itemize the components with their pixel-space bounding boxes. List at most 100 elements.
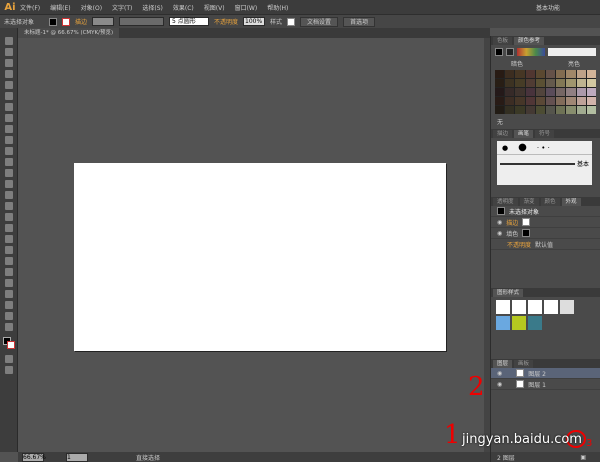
color-guide-swatch[interactable]: [545, 79, 556, 87]
color-guide-swatch[interactable]: [545, 70, 556, 78]
color-guide-swatch[interactable]: [545, 106, 556, 114]
color-guide-swatch[interactable]: [515, 97, 525, 105]
screen-mode-icon[interactable]: [5, 366, 13, 374]
color-guide-swatch[interactable]: [576, 97, 586, 105]
color-guide-swatch[interactable]: [576, 79, 586, 87]
fill-swatch[interactable]: [49, 17, 57, 26]
color-guide-swatch[interactable]: [576, 106, 586, 114]
color-guide-swatch[interactable]: [495, 97, 505, 105]
harmony-strip[interactable]: [517, 48, 545, 56]
color-guide-swatch[interactable]: [566, 106, 576, 114]
blend-tool-icon[interactable]: [5, 257, 13, 265]
hand-tool-icon[interactable]: [5, 312, 13, 320]
menu-type[interactable]: 文字(T): [112, 3, 132, 12]
eye-icon[interactable]: ◉: [497, 381, 502, 388]
eye-icon[interactable]: ◉: [497, 370, 502, 377]
tab-gradient[interactable]: 渐变: [519, 198, 539, 206]
color-guide-swatch[interactable]: [505, 70, 515, 78]
color-guide-swatch[interactable]: [545, 97, 556, 105]
tab-transparency[interactable]: 透明度: [493, 198, 518, 206]
color-guide-swatch[interactable]: [515, 70, 525, 78]
brush-library[interactable]: ● ● · • · 基本: [497, 141, 592, 185]
eyedropper-tool-icon[interactable]: [5, 246, 13, 254]
selection-tool-icon[interactable]: [5, 37, 13, 45]
tab-color[interactable]: 颜色: [540, 198, 560, 206]
type-tool-icon[interactable]: [5, 92, 13, 100]
color-guide-swatch[interactable]: [525, 79, 535, 87]
menu-edit[interactable]: 编辑(E): [50, 3, 70, 12]
direct-selection-tool-icon[interactable]: [5, 48, 13, 56]
menu-window[interactable]: 窗口(W): [235, 3, 258, 12]
opacity-field[interactable]: 100%: [243, 17, 266, 26]
opacity-label[interactable]: 不透明度: [214, 17, 238, 26]
pencil-tool-icon[interactable]: [5, 136, 13, 144]
color-guide-swatch[interactable]: [566, 97, 576, 105]
style-thumb[interactable]: [496, 300, 510, 314]
color-guide-swatch[interactable]: [525, 70, 535, 78]
preferences-button[interactable]: 首选项: [343, 16, 376, 27]
color-guide-swatch[interactable]: [535, 88, 545, 96]
stroke-label[interactable]: 描边: [75, 17, 87, 26]
color-guide-swatch[interactable]: [535, 97, 545, 105]
color-guide-swatch[interactable]: [556, 79, 566, 87]
layer-row[interactable]: ◉ 图层 1: [491, 379, 600, 390]
tab-graphic-styles[interactable]: 图形样式: [493, 289, 524, 297]
color-guide-swatch[interactable]: [566, 70, 576, 78]
color-guide-swatch[interactable]: [556, 106, 566, 114]
color-guide-swatch[interactable]: [505, 79, 515, 87]
stroke-swatch[interactable]: [522, 218, 531, 226]
color-guide-swatch[interactable]: [525, 106, 535, 114]
style-thumb[interactable]: [528, 316, 542, 330]
layer-name[interactable]: 图层 2: [528, 369, 546, 378]
tab-stroke[interactable]: 描边: [493, 130, 513, 138]
layer-row[interactable]: ◉ 图层 2: [491, 368, 600, 379]
slice-tool-icon[interactable]: [5, 301, 13, 309]
document-tab[interactable]: 未标题-1* @ 66.67% (CMYK/预览): [18, 28, 120, 38]
layer-name[interactable]: 图层 1: [528, 380, 546, 389]
style-thumb[interactable]: [496, 316, 510, 330]
base-color-swatch[interactable]: [495, 48, 503, 56]
eye-icon[interactable]: ◉: [497, 230, 502, 237]
symbol-sprayer-tool-icon[interactable]: [5, 268, 13, 276]
menu-view[interactable]: 视图(V): [204, 3, 225, 12]
color-guide-swatch[interactable]: [505, 106, 515, 114]
drawing-mode-icon[interactable]: [5, 355, 13, 363]
tab-symbols[interactable]: 符号: [535, 130, 555, 138]
color-guide-swatch[interactable]: [525, 97, 535, 105]
gradient-tool-icon[interactable]: [5, 235, 13, 243]
color-guide-swatch[interactable]: [566, 79, 576, 87]
new-layer-icon[interactable]: ▣: [580, 454, 586, 461]
color-guide-swatch[interactable]: [576, 88, 586, 96]
menu-select[interactable]: 选择(S): [142, 3, 163, 12]
harmony-swatch[interactable]: [506, 48, 514, 56]
blob-brush-tool-icon[interactable]: [5, 147, 13, 155]
color-guide-swatch[interactable]: [586, 106, 596, 114]
fill-swatch[interactable]: [522, 229, 531, 237]
color-guide-swatch[interactable]: [535, 79, 545, 87]
brush-basic[interactable]: 基本: [497, 155, 592, 172]
perspective-grid-tool-icon[interactable]: [5, 213, 13, 221]
style-thumb[interactable]: [512, 316, 526, 330]
style-thumb[interactable]: [544, 300, 558, 314]
color-guide-swatch[interactable]: [535, 70, 545, 78]
tab-color-guide[interactable]: 颜色参考: [514, 37, 545, 45]
tab-artboards[interactable]: 画板: [514, 360, 534, 368]
color-guide-grid[interactable]: [495, 70, 596, 114]
color-guide-swatch[interactable]: [586, 88, 596, 96]
free-transform-tool-icon[interactable]: [5, 191, 13, 199]
eye-icon[interactable]: ◉: [497, 219, 502, 226]
harmony-select[interactable]: [548, 48, 596, 56]
scale-tool-icon[interactable]: [5, 169, 13, 177]
color-guide-swatch[interactable]: [495, 106, 505, 114]
stroke-weight-field[interactable]: [92, 17, 115, 26]
fill-stroke-icon[interactable]: [3, 337, 15, 349]
color-guide-swatch[interactable]: [525, 88, 535, 96]
brush-select[interactable]: 5 点圆形: [169, 17, 210, 26]
color-guide-swatch[interactable]: [515, 79, 525, 87]
artboard-tool-icon[interactable]: [5, 290, 13, 298]
stroke-swatch[interactable]: [62, 17, 70, 26]
color-guide-swatch[interactable]: [556, 70, 566, 78]
graph-tool-icon[interactable]: [5, 279, 13, 287]
color-guide-swatch[interactable]: [495, 88, 505, 96]
line-tool-icon[interactable]: [5, 103, 13, 111]
